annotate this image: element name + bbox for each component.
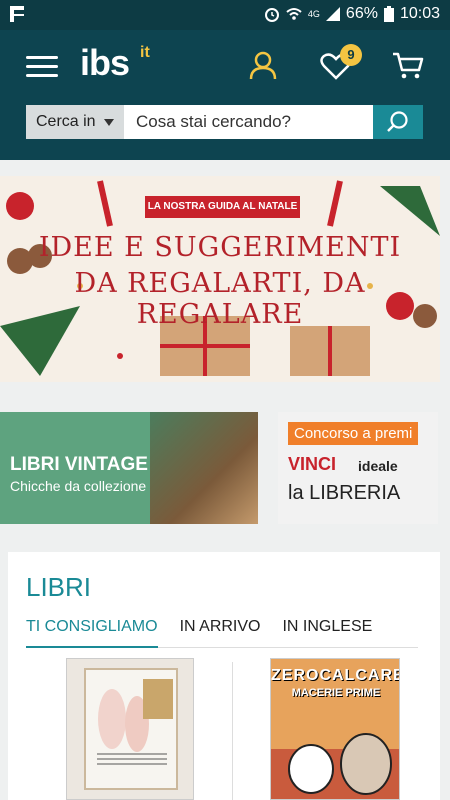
battery-icon xyxy=(383,6,394,22)
contest-banner[interactable]: Concorso a premi VINCI ideale la LIBRERI… xyxy=(278,412,438,524)
signal-icon xyxy=(325,7,340,21)
tab-in-inglese[interactable]: IN INGLESE xyxy=(282,614,372,647)
logo[interactable]: ibs xyxy=(80,42,130,84)
search-icon xyxy=(387,111,408,132)
xmas-ribbon-label: LA NOSTRA GUIDA AL NATALE xyxy=(145,196,300,218)
caret-down-icon xyxy=(103,118,114,126)
libri-section: LIBRI TI CONSIGLIAMO IN ARRIVO IN INGLES… xyxy=(8,552,440,800)
wishlist-badge: 9 xyxy=(340,44,362,66)
ballet-shoes-cover-image xyxy=(67,659,193,799)
network-type: 4G xyxy=(307,9,320,19)
vintage-books-image xyxy=(150,412,258,524)
app-header: ibs it 9 Cerca in xyxy=(0,30,450,160)
logo-suffix: it xyxy=(140,44,150,61)
vintage-title: LIBRI VINTAGE xyxy=(10,454,148,475)
battery-percent: 66% xyxy=(345,5,378,22)
vintage-subtitle: Chicche da collezione xyxy=(10,478,147,494)
tab-in-arrivo[interactable]: IN ARRIVO xyxy=(180,614,261,647)
book-cover-2[interactable]: ZEROCALCARE MACERIE PRIME xyxy=(270,658,400,800)
wifi-icon xyxy=(286,8,302,20)
book-divider xyxy=(232,662,233,800)
contest-win-label: VINCI xyxy=(288,454,337,474)
xmas-headline-1: IDEE E SUGGERIMENTI xyxy=(38,232,402,263)
clock: 10:03 xyxy=(399,5,440,22)
libri-tabs: TI CONSIGLIAMO IN ARRIVO IN INGLESE xyxy=(26,614,418,648)
account-icon[interactable] xyxy=(248,50,278,80)
search-bar: Cerca in xyxy=(26,105,423,139)
book-cover-1[interactable] xyxy=(66,658,194,800)
cart-icon[interactable] xyxy=(392,52,424,80)
notification-icon xyxy=(10,6,24,22)
contest-ideal-label: ideale xyxy=(358,458,398,474)
search-input[interactable] xyxy=(124,105,373,139)
alarm-icon xyxy=(264,8,279,22)
contest-library-label: la LIBRERIA xyxy=(288,482,401,504)
search-category-select[interactable]: Cerca in xyxy=(26,105,124,139)
contest-tag: Concorso a premi xyxy=(288,422,419,445)
xmas-headline-2: DA REGALARTI, DA REGALARE xyxy=(74,268,366,330)
christmas-guide-banner[interactable]: LA NOSTRA GUIDA AL NATALE IDEE E SUGGERI… xyxy=(0,176,440,382)
book2-title: MACERIE PRIME xyxy=(291,687,381,699)
search-category-label: Cerca in xyxy=(36,113,96,130)
vintage-books-banner[interactable]: LIBRI VINTAGE Chicche da collezione xyxy=(0,412,258,524)
tab-ti-consigliamo[interactable]: TI CONSIGLIAMO xyxy=(26,614,158,648)
section-title: LIBRI xyxy=(26,572,92,602)
book2-author: ZEROCALCARE xyxy=(271,667,400,684)
search-button[interactable] xyxy=(373,105,423,139)
status-bar: 4G 66% 10:03 xyxy=(0,0,450,30)
menu-icon[interactable] xyxy=(26,56,58,78)
status-indicators: 4G 66% 10:03 xyxy=(264,5,440,23)
